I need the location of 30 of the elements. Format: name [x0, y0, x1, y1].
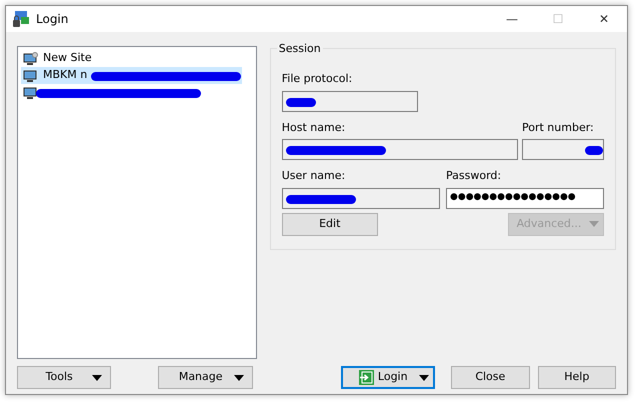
input-field[interactable]: ●●●●●●●●●●●●●●●●	[446, 188, 604, 208]
window-title: Login	[36, 11, 68, 28]
site-item[interactable]: New Site	[21, 50, 242, 67]
input-field[interactable]	[522, 139, 604, 160]
redaction-mark	[286, 98, 316, 106]
field-label: File protocol:	[282, 71, 354, 87]
field-label: Password:	[446, 168, 502, 184]
monitor-icon	[23, 68, 38, 82]
lock-computer-icon	[12, 10, 30, 28]
input-field[interactable]	[282, 90, 418, 112]
site-item[interactable]: MBKM n	[21, 67, 242, 84]
monitor-icon	[23, 86, 38, 100]
dropdown-button[interactable]: Tools	[17, 366, 112, 389]
close-button[interactable]: Close	[451, 366, 530, 389]
edit-button[interactable]: Edit	[282, 212, 378, 236]
field-label: Host name:	[282, 120, 346, 136]
redaction-mark	[585, 146, 603, 155]
field-label: Port number:	[522, 120, 595, 136]
login-icon	[358, 370, 374, 385]
login-button[interactable]: Login	[340, 366, 436, 389]
input-field[interactable]	[282, 188, 440, 208]
redaction-mark	[286, 194, 356, 204]
new-site-icon	[23, 52, 38, 66]
close-button[interactable]: ✕	[581, 10, 627, 28]
dropdown-button[interactable]: Manage	[158, 366, 253, 389]
site-tree[interactable]: New Site MBKM n	[17, 46, 257, 359]
input-field[interactable]	[282, 139, 518, 160]
help-button[interactable]: Help	[538, 366, 616, 389]
minimize-button[interactable]: —	[489, 10, 535, 28]
field-label: User name:	[282, 168, 346, 184]
